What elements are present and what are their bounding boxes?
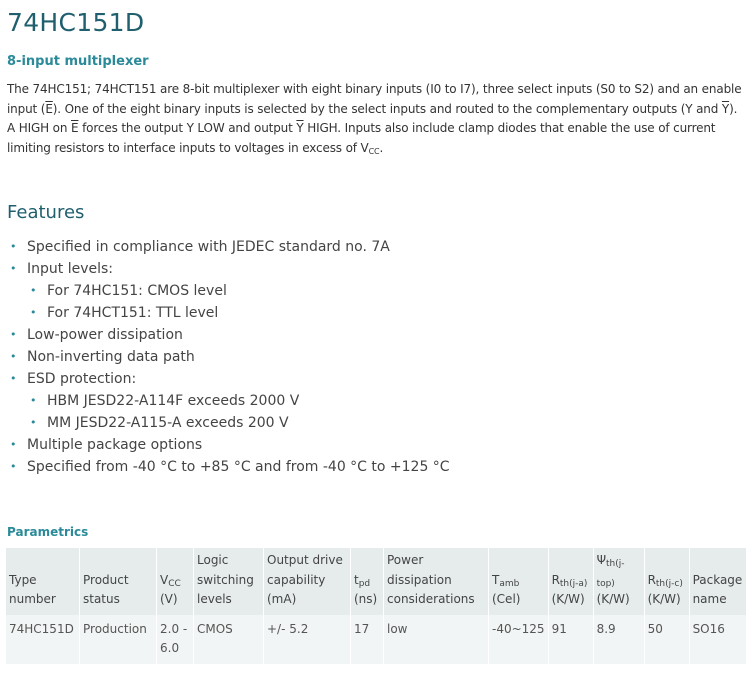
cell-logic-levels: CMOS <box>193 614 264 664</box>
header-subscript: amb <box>499 578 520 589</box>
feature-item: • Low-power dissipation <box>7 324 450 346</box>
cell-rth-ja: 91 <box>547 614 594 664</box>
y-overline: Y <box>296 121 304 135</box>
header-unit: (ns) <box>354 592 378 606</box>
feature-subitem: • MM JESD22-A115-A exceeds 200 V <box>7 412 450 434</box>
bullet-icon: • <box>30 394 37 407</box>
cell-package-name: SO16 <box>688 614 746 664</box>
y-overline: Y <box>721 101 730 116</box>
features-list: • Specified in compliance with JEDEC stan… <box>7 236 450 478</box>
header-symbol: V <box>160 572 169 587</box>
bullet-icon: • <box>30 306 37 319</box>
description-text: . <box>379 140 384 155</box>
bullet-icon: • <box>10 240 17 253</box>
cell-type-number: 74HC151D <box>6 614 80 664</box>
enable-overline: E <box>45 101 53 116</box>
feature-subitem: • For 74HCT151: TTL level <box>7 302 450 324</box>
col-header-product-status: Product status <box>79 548 157 615</box>
col-header-psi-jtop: Ψth(j-top) (K/W) <box>592 548 645 615</box>
col-header-logic-levels: Logic switching levels <box>193 548 264 615</box>
feature-text: Multiple package options <box>27 437 203 453</box>
col-header-power-dissipation: Power dissipation considerations <box>383 548 489 615</box>
col-header-rth-jc: Rth(j-c) (K/W) <box>643 548 690 615</box>
product-page: 74HC151D 8-input multiplexer The 74HC151… <box>0 0 750 700</box>
bullet-icon: • <box>30 284 37 297</box>
feature-item: • Specified from -40 °C to +85 °C and fro… <box>7 456 450 478</box>
feature-item: • Specified in compliance with JEDEC stan… <box>7 236 450 258</box>
bullet-icon: • <box>10 328 17 341</box>
feature-subitem: • For 74HC151: CMOS level <box>7 280 450 302</box>
header-unit: (Cel) <box>492 592 521 606</box>
cell-output-drive: +/- 5.2 <box>263 614 351 664</box>
header-unit: (K/W) <box>596 592 630 606</box>
header-subscript: th(j-c) <box>655 578 683 589</box>
cell-vcc: 2.0 - 6.0 <box>156 614 194 664</box>
col-header-vcc: VCC (V) <box>156 548 194 615</box>
cell-power-dissipation: low <box>383 614 489 664</box>
bullet-icon: • <box>10 372 17 385</box>
feature-text: For 74HCT151: TTL level <box>47 305 219 321</box>
header-subscript: CC <box>168 578 181 589</box>
bullet-icon: • <box>10 438 17 451</box>
parametrics-heading: Parametrics <box>7 525 89 539</box>
feature-item: • ESD protection: <box>7 368 450 390</box>
description-text: ). One of the eight binary inputs is sel… <box>52 101 722 116</box>
table-header-row: Type number Product status VCC (V) Logic … <box>6 548 746 615</box>
feature-item: • Non-inverting data path <box>7 346 450 368</box>
cell-tpd: 17 <box>350 614 384 664</box>
feature-item: • Input levels: <box>7 258 450 280</box>
feature-text: For 74HC151: CMOS level <box>47 283 227 299</box>
col-header-package-name: Package name <box>688 548 746 615</box>
description-text: forces the output Y LOW and output <box>78 121 297 135</box>
bullet-icon: • <box>10 350 17 363</box>
header-unit: (K/W) <box>647 592 681 606</box>
feature-text: Specified from -40 °C to +85 °C and from… <box>27 459 450 475</box>
cell-product-status: Production <box>79 614 157 664</box>
bullet-icon: • <box>10 262 17 275</box>
feature-text: Low-power dissipation <box>27 327 183 343</box>
header-symbol: Ψ <box>596 553 607 567</box>
header-symbol: R <box>647 572 656 587</box>
product-description: The 74HC151; 74HCT151 are 8-bit multiple… <box>7 80 747 158</box>
col-header-type-number: Type number <box>6 548 80 615</box>
table-row: 74HC151D Production 2.0 - 6.0 CMOS +/- 5… <box>6 614 746 664</box>
page-subtitle: 8-input multiplexer <box>7 54 149 69</box>
col-header-output-drive: Output drive capability (mA) <box>263 548 351 615</box>
header-subscript: th(j-a) <box>559 578 588 589</box>
feature-text: Input levels: <box>27 261 114 277</box>
cell-psi-jtop: 8.9 <box>592 614 645 664</box>
vcc-subscript: CC <box>368 146 380 156</box>
header-symbol: R <box>551 572 560 587</box>
feature-subitem: • HBM JESD22-A114F exceeds 2000 V <box>7 390 450 412</box>
feature-item: • Multiple package options <box>7 434 450 456</box>
col-header-rth-ja: Rth(j-a) (K/W) <box>547 548 594 615</box>
feature-text: Specified in compliance with JEDEC stand… <box>27 239 390 255</box>
cell-tamb: -40~125 <box>488 614 549 664</box>
header-subscript: pd <box>358 578 371 589</box>
feature-text: HBM JESD22-A114F exceeds 2000 V <box>47 393 300 409</box>
col-header-tamb: Tamb (Cel) <box>488 548 549 615</box>
bullet-icon: • <box>30 416 37 429</box>
cell-rth-jc: 50 <box>643 614 690 664</box>
features-heading: Features <box>7 202 85 223</box>
parametrics-table: Type number Product status VCC (V) Logic … <box>6 548 746 664</box>
feature-text: Non-inverting data path <box>27 349 195 365</box>
col-header-tpd: tpd (ns) <box>350 548 384 615</box>
feature-text: MM JESD22-A115-A exceeds 200 V <box>47 415 289 431</box>
feature-text: ESD protection: <box>27 371 137 387</box>
bullet-icon: • <box>10 460 17 473</box>
header-unit: (K/W) <box>551 592 585 606</box>
page-title: 74HC151D <box>7 8 145 37</box>
header-unit: (V) <box>160 592 178 606</box>
